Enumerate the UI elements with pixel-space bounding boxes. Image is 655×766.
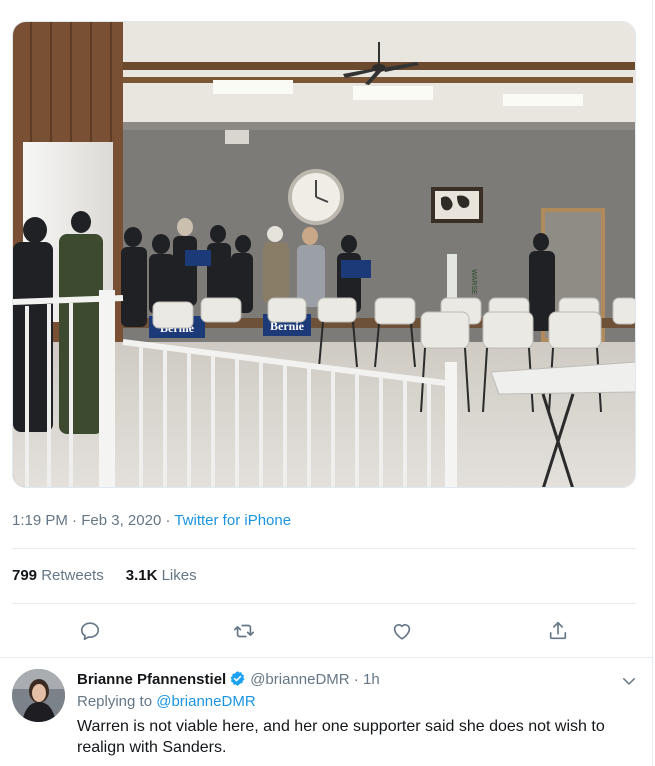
retweet-icon (234, 624, 254, 638)
tweet-date[interactable]: Feb 3, 2020 (81, 512, 161, 529)
banner-label: WARSE (470, 269, 477, 295)
like-icon (393, 624, 411, 640)
retweets-stat[interactable]: 799 Retweets (12, 567, 104, 584)
likes-count: 3.1K (125, 567, 158, 584)
tweet-actions (0, 618, 652, 644)
share-icon (549, 621, 567, 640)
meta-separator: · (67, 512, 82, 529)
tweet-stats: 799 Retweets 3.1K Likes (12, 567, 197, 584)
replying-to: Replying to @brianneDMR (77, 693, 256, 710)
tweet-time[interactable]: 1:19 PM (12, 512, 68, 529)
reply-author-handle[interactable]: @brianneDMR (250, 671, 349, 688)
photo-illustration: Bernie Bernie WARSE (13, 22, 635, 487)
divider-2 (12, 603, 636, 604)
tweet-photo[interactable]: Bernie Bernie WARSE (12, 21, 636, 488)
divider (12, 548, 636, 549)
verified-badge-icon (230, 671, 245, 686)
likes-label: Likes (157, 567, 197, 584)
tweet-source-link[interactable]: Twitter for iPhone (174, 512, 291, 529)
retweets-count: 799 (12, 567, 38, 584)
chevron-down-icon[interactable] (620, 672, 638, 690)
share-button[interactable] (545, 618, 571, 644)
avatar-image (12, 669, 65, 722)
reply-separator: · (349, 671, 363, 688)
reply-text: Warren is not viable here, and her one s… (77, 718, 605, 756)
meta-separator-2: · (161, 512, 175, 529)
like-button[interactable] (389, 618, 415, 644)
reply-time[interactable]: 1h (363, 671, 380, 688)
avatar[interactable] (12, 669, 65, 722)
retweets-label: Retweets (37, 567, 104, 584)
tweet-meta: 1:19 PM · Feb 3, 2020 · Twitter for iPho… (12, 512, 291, 529)
replying-to-prefix: Replying to (77, 693, 157, 710)
reply-author-name[interactable]: Brianne Pfannenstiel (77, 671, 226, 688)
column-border (652, 0, 653, 766)
replying-to-link[interactable]: @brianneDMR (156, 693, 255, 710)
reply-button[interactable] (77, 618, 103, 644)
reply-icon (80, 622, 100, 641)
likes-stat[interactable]: 3.1K Likes (126, 567, 197, 584)
retweet-button[interactable] (231, 618, 257, 644)
reply-header: Brianne Pfannenstiel @brianneDMR · 1h (77, 670, 380, 688)
